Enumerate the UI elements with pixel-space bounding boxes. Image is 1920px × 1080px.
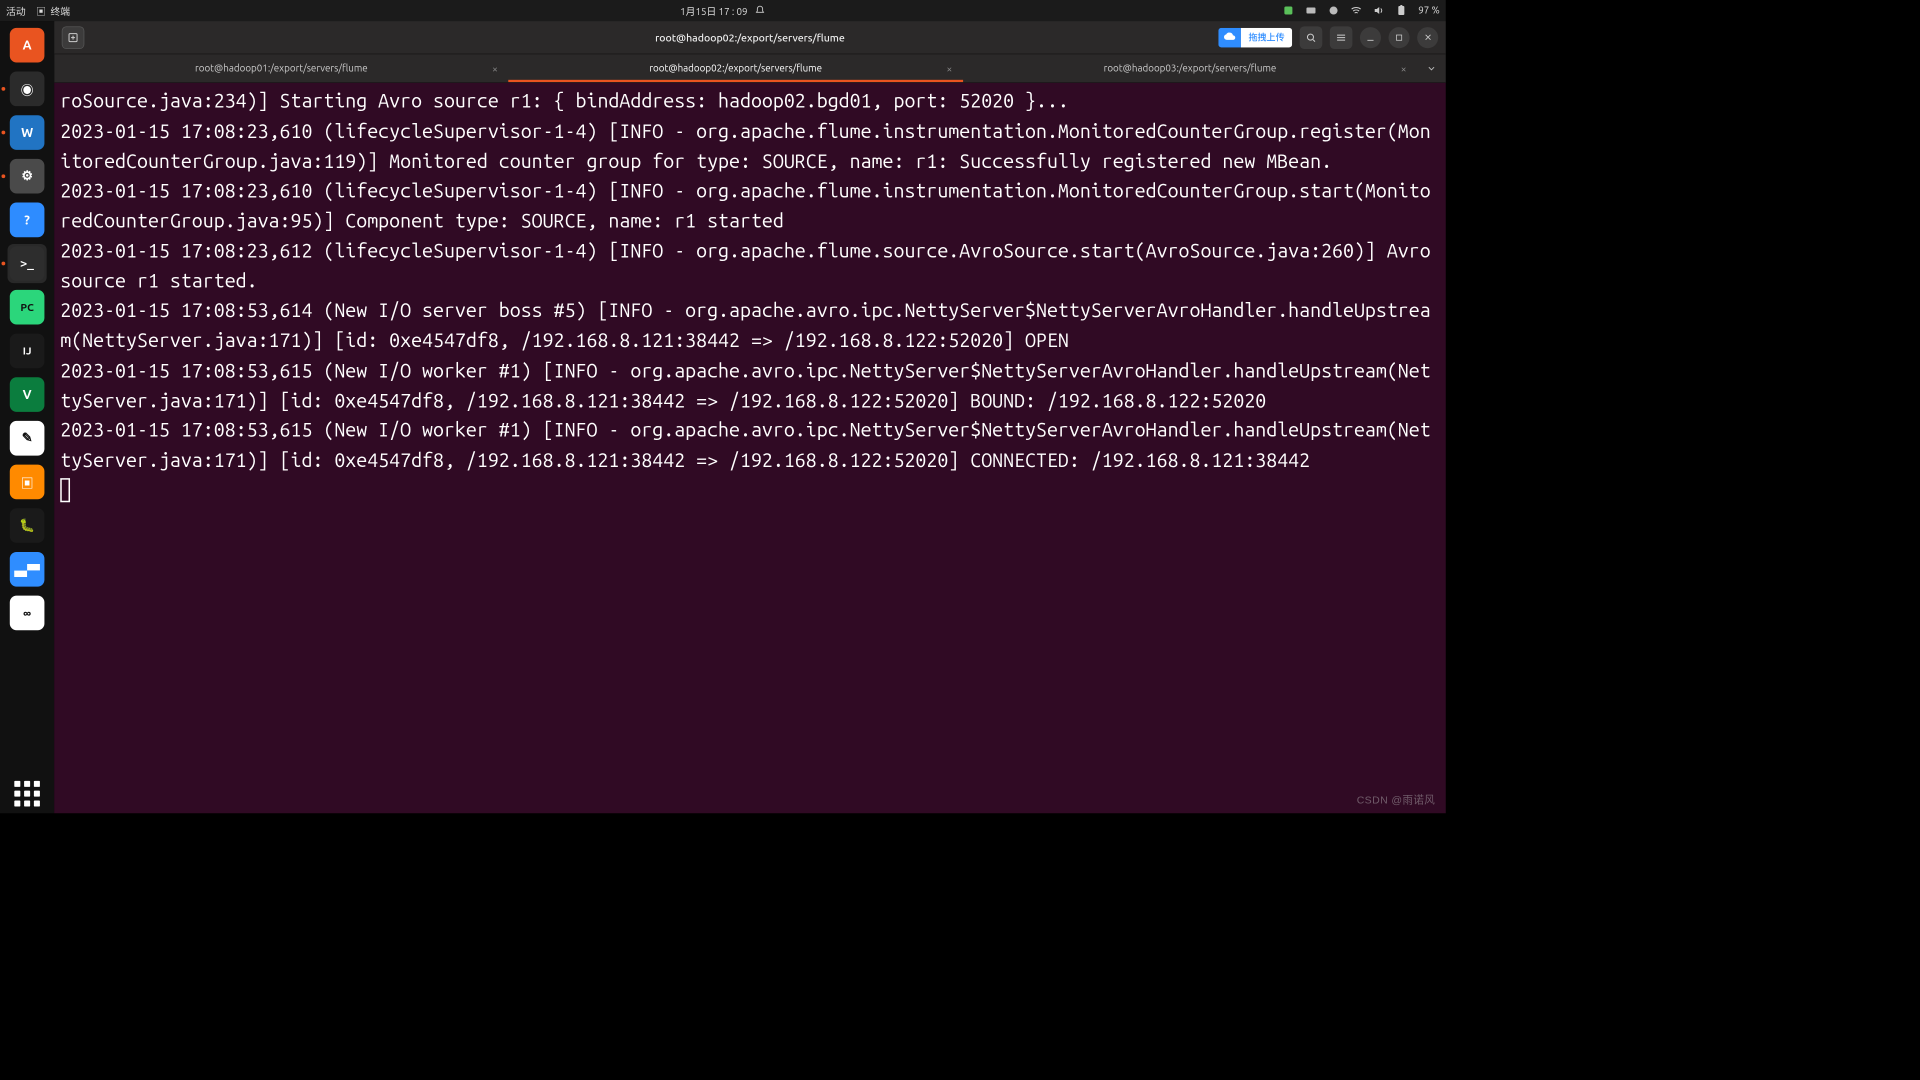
terminal-tab-3[interactable]: root@hadoop03:/export/servers/flume ×: [963, 54, 1417, 82]
clock[interactable]: 1月15日 17 : 09: [680, 3, 747, 17]
pycharm-icon: PC: [10, 290, 45, 325]
dock-help[interactable]: ?: [8, 200, 47, 239]
new-tab-button[interactable]: [62, 26, 85, 49]
terminal-viewport[interactable]: roSource.java:234)] Starting Avro source…: [54, 83, 1446, 813]
window-headerbar: root@hadoop02:/export/servers/flume 拖拽上传: [54, 21, 1446, 54]
dock-libreoffice-writer[interactable]: W: [8, 113, 47, 152]
settings-icon: ⚙: [10, 159, 45, 194]
battery-icon[interactable]: [1396, 5, 1408, 17]
dock-baidu-netdisk[interactable]: ∞: [8, 593, 47, 632]
dock-vim[interactable]: V: [8, 375, 47, 414]
dock-vmware[interactable]: ▣: [8, 462, 47, 501]
rhythmbox-icon: ◉: [10, 72, 45, 107]
search-button[interactable]: [1300, 26, 1323, 49]
dock-settings[interactable]: ⚙: [8, 157, 47, 196]
intellij-icon: IJ: [10, 334, 45, 369]
window-close-button[interactable]: [1417, 27, 1438, 48]
dock-rhythmbox[interactable]: ◉: [8, 69, 47, 108]
monitor-icon: 🐛: [10, 508, 45, 543]
libreoffice-writer-icon: W: [10, 115, 45, 150]
tab-label: root@hadoop03:/export/servers/flume: [1104, 63, 1277, 74]
terminal-cursor: [60, 478, 70, 502]
gnome-topbar: 活动 ▣ 终端 1月15日 17 : 09 97 %: [0, 0, 1446, 21]
window-maximize-button[interactable]: [1389, 27, 1410, 48]
tab-close-icon[interactable]: ×: [946, 62, 952, 74]
dock-monitor[interactable]: 🐛: [8, 506, 47, 545]
ubuntu-software-icon: A: [10, 28, 45, 63]
help-icon: ?: [10, 203, 45, 238]
dock: A ◉ W ⚙? >_ PC IJ V ✎ ▣ 🐛 ▄▀ ∞: [0, 21, 54, 813]
tab-label: root@hadoop01:/export/servers/flume: [195, 63, 368, 74]
dock-ubuntu-software[interactable]: A: [8, 26, 47, 65]
tray-app1-icon[interactable]: [1283, 5, 1295, 17]
volume-icon[interactable]: [1373, 5, 1385, 17]
dock-pycharm[interactable]: PC: [8, 288, 47, 327]
terminal-indicator-icon: ▣: [36, 3, 46, 17]
terminal-output: roSource.java:234)] Starting Avro source…: [60, 90, 1441, 471]
tab-label: root@hadoop02:/export/servers/flume: [649, 63, 822, 74]
terminal-icon: >_: [10, 246, 45, 281]
cloud-upload-icon: [1218, 27, 1241, 47]
upload-label: 拖拽上传: [1241, 27, 1292, 47]
app-menu-label: 终端: [50, 3, 70, 17]
show-applications-button[interactable]: [8, 774, 47, 813]
battery-percent: 97 %: [1418, 5, 1440, 16]
app-menu[interactable]: ▣ 终端: [36, 3, 70, 17]
drag-upload-widget[interactable]: 拖拽上传: [1218, 27, 1292, 47]
vmware-icon: ▣: [10, 465, 45, 500]
baidu-netdisk-icon: ∞: [10, 596, 45, 631]
vim-icon: V: [10, 377, 45, 412]
dock-terminal[interactable]: >_: [8, 244, 47, 283]
window-minimize-button[interactable]: [1360, 27, 1381, 48]
terminal-tabbar: root@hadoop01:/export/servers/flume×root…: [54, 54, 1446, 83]
dock-intellij[interactable]: IJ: [8, 331, 47, 370]
wifi-icon[interactable]: [1350, 5, 1362, 17]
tab-overflow-button[interactable]: [1417, 54, 1446, 82]
tray-app2-icon[interactable]: [1305, 5, 1317, 17]
tab-close-icon[interactable]: ×: [492, 62, 498, 74]
tray-app3-icon[interactable]: [1328, 5, 1340, 17]
activities-button[interactable]: 活动: [6, 3, 26, 17]
terminal-tab-2[interactable]: root@hadoop02:/export/servers/flume ×: [509, 54, 963, 82]
tab-close-icon[interactable]: ×: [1401, 62, 1407, 74]
meeting-icon: ▄▀: [10, 552, 45, 587]
window-title: root@hadoop02:/export/servers/flume: [655, 31, 845, 43]
dock-meeting[interactable]: ▄▀: [8, 550, 47, 589]
apps-grid-icon: [12, 779, 42, 809]
notification-bell-icon[interactable]: [755, 5, 766, 16]
text-editor-icon: ✎: [10, 421, 45, 456]
terminal-tab-1[interactable]: root@hadoop01:/export/servers/flume ×: [54, 54, 508, 82]
watermark: CSDN @雨诺风: [1357, 792, 1436, 807]
dock-text-editor[interactable]: ✎: [8, 419, 47, 458]
hamburger-menu-button[interactable]: [1330, 26, 1353, 49]
